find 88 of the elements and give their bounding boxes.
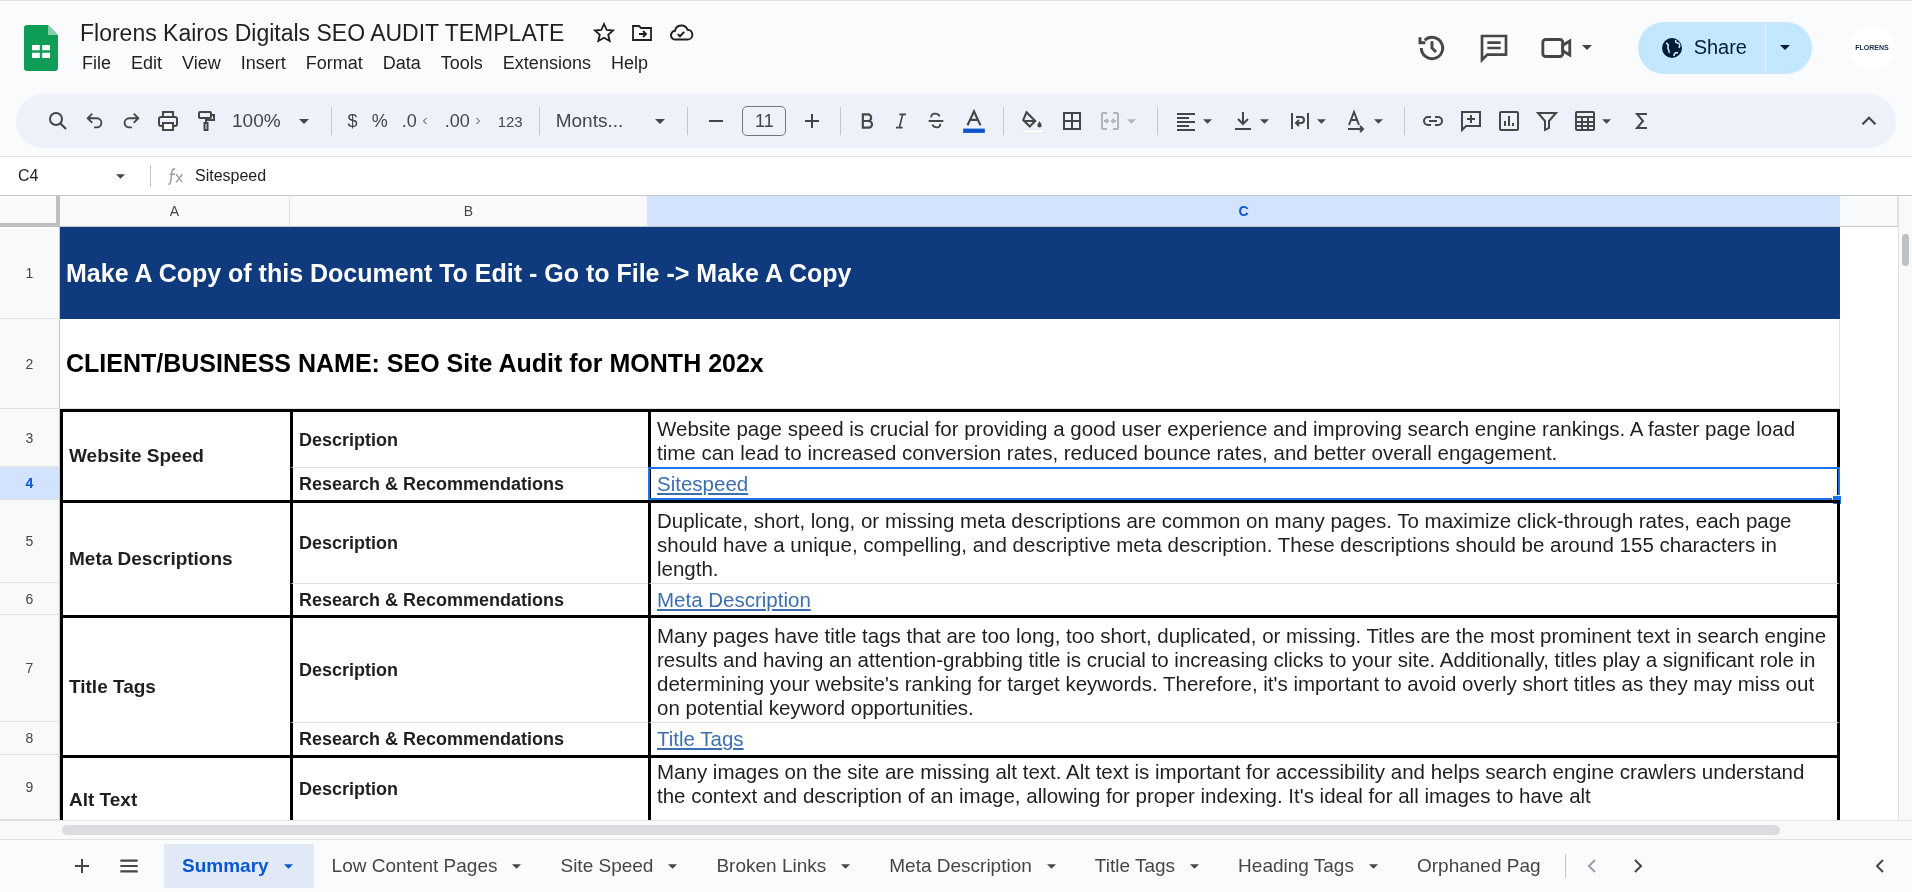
- table-cell: Many pages have title tags that are too long, too short, duplicated, or missing. Titles are the most prominent text in search engine results and having an attention-grabbing title is crucial to increasing clicks to your site. Additionally, titles play a significant role in determining your website's ranking for target keywords. Therefore, it's important to avoid overly short titles as they may miss out on potential keyword opportunities.: [648, 615, 1840, 722]
- column-header[interactable]: A: [60, 196, 290, 227]
- table-cell: Description: [290, 409, 648, 467]
- caret-icon: [655, 118, 666, 124]
- menu-item[interactable]: Extensions: [494, 50, 599, 76]
- sheet-tab[interactable]: Site Speed: [542, 844, 699, 888]
- caret-icon[interactable]: [1203, 118, 1213, 124]
- sheets-logo[interactable]: [24, 24, 58, 71]
- zoom-dropdown[interactable]: 100%: [232, 110, 315, 132]
- caret-icon: [1046, 863, 1056, 869]
- table-cell: Title Tags: [60, 615, 290, 755]
- sheet-tab[interactable]: Heading Tags: [1220, 844, 1399, 888]
- sheet-tab[interactable]: Low Content Pages: [313, 844, 543, 888]
- chart-icon[interactable]: [1497, 109, 1522, 133]
- increase-decimal-button[interactable]: .00: [444, 110, 484, 132]
- table-cell: Research & Recommendations: [290, 722, 648, 755]
- print-icon[interactable]: [156, 109, 180, 133]
- decrease-decimal-button[interactable]: .0: [401, 110, 431, 132]
- star-icon[interactable]: [592, 21, 617, 45]
- menu-item[interactable]: Tools: [432, 50, 491, 76]
- column-header[interactable]: C: [648, 196, 1840, 227]
- more-formats-button[interactable]: 123: [497, 112, 523, 130]
- link[interactable]: Sitespeed: [657, 472, 749, 496]
- table-cell[interactable]: Title Tags: [648, 722, 1840, 755]
- sheet-tab[interactable]: Orphaned Pag: [1398, 844, 1557, 888]
- fill-color-icon[interactable]: [1020, 108, 1047, 134]
- table-cell: Research & Recommendations: [290, 467, 648, 500]
- table-cell: Website page speed is crucial for providing a good user experience and improving search engine rankings. A faster page load time can lead to increased conversion rates, reduced bounce rates, and better overall engagement.: [648, 409, 1840, 467]
- name-box[interactable]: C4: [18, 167, 39, 185]
- caret-icon: [298, 118, 309, 124]
- caret-icon: [1190, 863, 1200, 869]
- sheet-tab[interactable]: Broken Links: [698, 844, 872, 888]
- globe-icon: [1659, 35, 1684, 60]
- caret-icon: [841, 863, 851, 869]
- percent-format-button[interactable]: %: [371, 110, 388, 132]
- caret-icon: [1368, 863, 1378, 869]
- row-header[interactable]: 5: [0, 500, 60, 583]
- table-cell: Research & Recommendations: [290, 583, 648, 615]
- column-header[interactable]: B: [290, 196, 648, 227]
- row-header[interactable]: 8: [0, 722, 60, 755]
- table-cell: Meta Descriptions: [60, 500, 290, 615]
- sheet-tab[interactable]: Summary: [164, 844, 314, 888]
- link[interactable]: Meta Description: [657, 587, 811, 612]
- caret-icon[interactable]: [1581, 45, 1592, 50]
- caret-icon[interactable]: [1317, 118, 1327, 124]
- row-header[interactable]: 7: [0, 615, 60, 722]
- menu-item[interactable]: Format: [297, 50, 371, 76]
- currency-format-button[interactable]: $: [347, 110, 358, 132]
- menu-item[interactable]: File: [80, 50, 119, 76]
- table-cell[interactable]: Meta Description: [648, 583, 1840, 615]
- scrollbar-thumb[interactable]: [1902, 234, 1909, 266]
- caret-icon[interactable]: [1602, 118, 1612, 124]
- table-icon[interactable]: [1573, 109, 1598, 133]
- table-cell: Website Speed: [60, 409, 290, 500]
- banner-cell: Make A Copy of this Document To Edit - Go to File -> Make A Copy: [60, 227, 1840, 319]
- filter-icon[interactable]: [1535, 109, 1560, 133]
- font-dropdown[interactable]: Monts...: [555, 110, 672, 132]
- document-title[interactable]: Florens Kairos Digitals SEO AUDIT TEMPLATE: [80, 19, 565, 47]
- caret-icon[interactable]: [1260, 118, 1270, 124]
- add-comment-icon[interactable]: [1459, 109, 1484, 133]
- row-header[interactable]: 1: [0, 227, 60, 319]
- row-header[interactable]: 6: [0, 583, 60, 615]
- caret-icon: [512, 863, 522, 869]
- table-cell: Description: [290, 500, 648, 583]
- link[interactable]: Title Tags: [657, 727, 744, 751]
- menu-item[interactable]: Insert: [232, 50, 294, 76]
- scrollbar-thumb[interactable]: [62, 825, 1780, 835]
- table-cell: Description: [290, 615, 648, 722]
- sheet-tab[interactable]: Title Tags: [1076, 844, 1221, 888]
- menu-item[interactable]: Help: [602, 50, 656, 76]
- row-header[interactable]: 4: [0, 467, 60, 500]
- row-header[interactable]: 9: [0, 755, 60, 820]
- row-header[interactable]: 3: [0, 409, 60, 467]
- menu-item[interactable]: View: [174, 50, 229, 76]
- caret-icon: [668, 863, 678, 869]
- menu-item[interactable]: Data: [374, 50, 429, 76]
- formula-input[interactable]: Sitespeed: [195, 167, 267, 185]
- font-size-field[interactable]: 11: [742, 106, 787, 136]
- heading-cell: CLIENT/BUSINESS NAME: SEO Site Audit for MONTH 202x: [60, 319, 1840, 409]
- caret-icon: [283, 863, 293, 869]
- row-header[interactable]: 2: [0, 319, 60, 409]
- caret-icon[interactable]: [1374, 118, 1384, 124]
- caret-icon[interactable]: [1780, 45, 1790, 50]
- sheet-tab[interactable]: Meta Description: [871, 844, 1077, 888]
- caret-icon[interactable]: [116, 173, 125, 179]
- table-cell: Duplicate, short, long, or missing meta descriptions are common on many pages. To maximize click-through rates, each page should have a unique, compelling, and descriptive meta description. These descriptions should be around 155 characters in length.: [648, 500, 1840, 583]
- menu-item[interactable]: Edit: [123, 50, 171, 76]
- text-color-icon[interactable]: [961, 108, 988, 134]
